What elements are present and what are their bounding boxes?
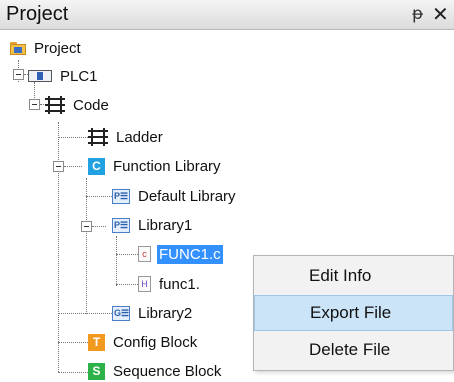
h-file-icon: H	[138, 276, 151, 292]
tree-item-label: Function Library	[113, 157, 221, 175]
pin-icon[interactable]: ᵽ	[412, 4, 423, 24]
tree-item-label: func1.	[159, 275, 200, 293]
tree-item-library2[interactable]: G☰ Library2	[112, 302, 194, 324]
tree-item-plc1[interactable]: PLC1	[28, 65, 100, 87]
context-menu: Edit Info Export File Delete File	[253, 255, 454, 371]
library-icon: P☰	[112, 188, 130, 204]
collapse-code-expander[interactable]	[29, 99, 40, 110]
tree-connector	[116, 236, 117, 286]
project-folder-icon	[10, 41, 26, 55]
sequence-block-icon: S	[88, 362, 105, 380]
tree-item-label: Sequence Block	[113, 362, 222, 380]
tree-item-label: PLC1	[60, 67, 98, 85]
config-block-icon: T	[88, 333, 105, 351]
tree-connector	[86, 178, 87, 314]
tree-connector	[58, 122, 59, 372]
tree-item-label: Ladder	[116, 128, 163, 146]
tree-item-label: Default Library	[138, 187, 236, 205]
tree-item-label: Project	[34, 39, 81, 57]
tree-connector	[58, 342, 88, 343]
tree-connector	[92, 226, 106, 227]
plc-icon	[28, 70, 52, 82]
menu-item-edit-info[interactable]: Edit Info	[254, 258, 453, 294]
tree-item-label: Code	[73, 96, 109, 114]
tree-item-function-library[interactable]: C Function Library	[88, 155, 223, 177]
menu-item-export-file[interactable]: Export File	[254, 295, 453, 331]
library-icon: P☰	[112, 217, 130, 233]
tree-item-func1-h[interactable]: H func1.	[138, 273, 202, 295]
tree-item-label: Library2	[138, 304, 193, 322]
tree-connector	[58, 313, 88, 314]
function-library-icon: C	[88, 157, 105, 175]
tree-item-config-block[interactable]: T Config Block	[88, 331, 199, 353]
tree-item-ladder[interactable]: Ladder	[88, 126, 165, 148]
tree-item-func1-c[interactable]: c FUNC1.c	[138, 243, 223, 265]
tree-item-label: FUNC1.c	[157, 244, 223, 264]
tree-connector	[58, 372, 88, 373]
tree-item-library1[interactable]: P☰ Library1	[112, 214, 194, 236]
menu-item-delete-file[interactable]: Delete File	[254, 332, 453, 368]
tree-connector	[86, 196, 112, 197]
collapse-plc1-expander[interactable]	[13, 69, 24, 80]
tree-connector	[116, 284, 138, 285]
ladder-icon	[88, 128, 108, 146]
project-panel-header: Project ᵽ ✕	[0, 0, 454, 30]
c-file-icon: c	[138, 246, 151, 262]
tree-item-sequence-block[interactable]: S Sequence Block	[88, 360, 223, 382]
tree-item-code[interactable]: Code	[45, 94, 111, 116]
tree-connector	[86, 313, 112, 314]
code-icon	[45, 96, 65, 114]
library-icon: G☰	[112, 305, 130, 321]
panel-title: Project	[6, 3, 69, 25]
tree-item-label: Config Block	[113, 333, 198, 351]
tree-connector	[58, 137, 88, 138]
tree-item-project[interactable]: Project	[10, 37, 83, 59]
collapse-library1-expander[interactable]	[81, 221, 92, 232]
tree-connector	[64, 166, 82, 167]
tree-item-default-library[interactable]: P☰ Default Library	[112, 185, 238, 207]
tree-connector	[116, 254, 138, 255]
close-icon[interactable]: ✕	[432, 2, 449, 26]
tree-item-label: Library1	[138, 216, 193, 234]
collapse-function-library-expander[interactable]	[53, 161, 64, 172]
